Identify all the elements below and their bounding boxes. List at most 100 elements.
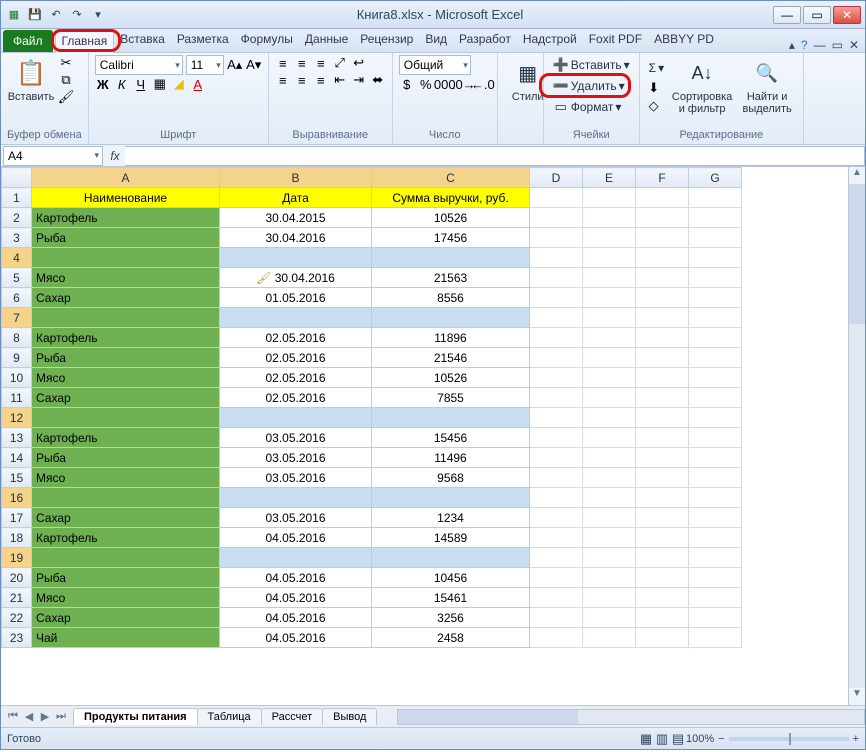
empty-cell[interactable] [636, 368, 689, 388]
cell-name[interactable]: Картофель [32, 328, 220, 348]
border-icon[interactable]: ▦ [152, 76, 168, 92]
empty-cell[interactable] [636, 248, 689, 268]
tab-nav-prev-icon[interactable]: ◀ [21, 710, 37, 723]
underline-icon[interactable]: Ч [133, 76, 149, 92]
cell-date[interactable]: 02.05.2016 [220, 388, 372, 408]
empty-cell[interactable] [636, 348, 689, 368]
empty-cell[interactable] [636, 588, 689, 608]
empty-cell[interactable] [689, 248, 742, 268]
empty-cell[interactable] [689, 328, 742, 348]
col-header-A[interactable]: A [32, 168, 220, 188]
tab-nav-next-icon[interactable]: ▶ [37, 710, 53, 723]
indent-inc-icon[interactable]: ⇥ [351, 72, 367, 88]
col-header-G[interactable]: G [689, 168, 742, 188]
empty-cell[interactable] [689, 628, 742, 648]
row-header[interactable]: 6 [2, 288, 32, 308]
cell-date[interactable]: 03.05.2016 [220, 448, 372, 468]
format-painter-icon[interactable]: 🖌 [58, 89, 74, 105]
fill-icon[interactable]: ⬇ [646, 80, 662, 96]
cell-sum[interactable]: 8556 [372, 288, 530, 308]
empty-cell[interactable] [583, 368, 636, 388]
empty-cell[interactable] [530, 468, 583, 488]
cell-date[interactable] [220, 488, 372, 508]
tab-abbyy pd[interactable]: ABBYY PD [648, 28, 720, 52]
row-header[interactable]: 21 [2, 588, 32, 608]
row-header[interactable]: 10 [2, 368, 32, 388]
row-header[interactable]: 2 [2, 208, 32, 228]
save-icon[interactable]: 💾 [26, 6, 44, 24]
row-header[interactable]: 13 [2, 428, 32, 448]
empty-cell[interactable] [636, 228, 689, 248]
empty-cell[interactable] [689, 528, 742, 548]
empty-cell[interactable] [530, 628, 583, 648]
row-header[interactable]: 19 [2, 548, 32, 568]
empty-cell[interactable] [689, 288, 742, 308]
col-header-D[interactable]: D [530, 168, 583, 188]
view-break-icon[interactable]: ▤ [670, 731, 686, 747]
empty-cell[interactable] [530, 508, 583, 528]
cell-sum[interactable] [372, 248, 530, 268]
empty-cell[interactable] [530, 548, 583, 568]
empty-cell[interactable] [689, 608, 742, 628]
empty-cell[interactable] [583, 348, 636, 368]
cell-sum[interactable]: 11896 [372, 328, 530, 348]
cell-date[interactable] [220, 548, 372, 568]
empty-cell[interactable] [530, 248, 583, 268]
empty-cell[interactable] [636, 568, 689, 588]
empty-cell[interactable] [530, 228, 583, 248]
doc-min-icon[interactable]: — [814, 38, 826, 52]
empty-cell[interactable] [583, 288, 636, 308]
tab-рецензир[interactable]: Рецензир [354, 28, 419, 52]
tab-nav-last-icon[interactable]: ⏭ [53, 710, 69, 723]
tab-вид[interactable]: Вид [419, 28, 453, 52]
view-normal-icon[interactable]: ▦ [638, 731, 654, 747]
empty-cell[interactable] [530, 448, 583, 468]
empty-cell[interactable] [583, 428, 636, 448]
cell-date[interactable]: 04.05.2016 [220, 628, 372, 648]
undo-icon[interactable]: ↶ [47, 6, 65, 24]
wrap-text-icon[interactable]: ↩ [351, 55, 367, 71]
cell-name[interactable]: Рыба [32, 348, 220, 368]
col-header-F[interactable]: F [636, 168, 689, 188]
row-header[interactable]: 5 [2, 268, 32, 288]
row-header[interactable]: 18 [2, 528, 32, 548]
empty-cell[interactable] [583, 508, 636, 528]
cell-name[interactable] [32, 408, 220, 428]
empty-cell[interactable] [583, 548, 636, 568]
empty-cell[interactable] [583, 408, 636, 428]
empty-cell[interactable] [689, 468, 742, 488]
cell-date[interactable]: 02.05.2016 [220, 368, 372, 388]
align-bottom-icon[interactable]: ≡ [313, 55, 329, 71]
cell-name[interactable] [32, 488, 220, 508]
cell-sum[interactable]: 15456 [372, 428, 530, 448]
format-cells-button[interactable]: ▭Формат ▾ [550, 97, 633, 117]
empty-cell[interactable] [636, 548, 689, 568]
empty-cell[interactable] [530, 328, 583, 348]
empty-cell[interactable] [530, 308, 583, 328]
cell-name[interactable]: Мясо [32, 468, 220, 488]
scroll-down-icon[interactable]: ▼ [849, 688, 865, 705]
cell-sum[interactable] [372, 308, 530, 328]
tab-nav-first-icon[interactable]: ⏮ [5, 710, 21, 723]
empty-cell[interactable] [530, 608, 583, 628]
empty-cell[interactable] [689, 428, 742, 448]
excel-icon[interactable]: ▦ [5, 6, 23, 24]
tab-file[interactable]: Файл [3, 30, 53, 52]
cell-sum[interactable] [372, 548, 530, 568]
cell-name[interactable]: Картофель [32, 528, 220, 548]
italic-icon[interactable]: К [114, 76, 130, 92]
empty-cell[interactable] [583, 228, 636, 248]
row-header[interactable]: 15 [2, 468, 32, 488]
empty-cell[interactable] [583, 628, 636, 648]
comma-icon[interactable]: 000 [437, 76, 453, 92]
header-sum[interactable]: Сумма выручки, руб. [372, 188, 530, 208]
row-header[interactable]: 16 [2, 488, 32, 508]
cut-icon[interactable]: ✂ [58, 55, 74, 71]
cell-date[interactable] [220, 248, 372, 268]
currency-icon[interactable]: $ [399, 76, 415, 92]
row-header[interactable]: 14 [2, 448, 32, 468]
cell-sum[interactable]: 10456 [372, 568, 530, 588]
empty-cell[interactable] [689, 208, 742, 228]
empty-cell[interactable] [636, 268, 689, 288]
empty-cell[interactable] [689, 348, 742, 368]
